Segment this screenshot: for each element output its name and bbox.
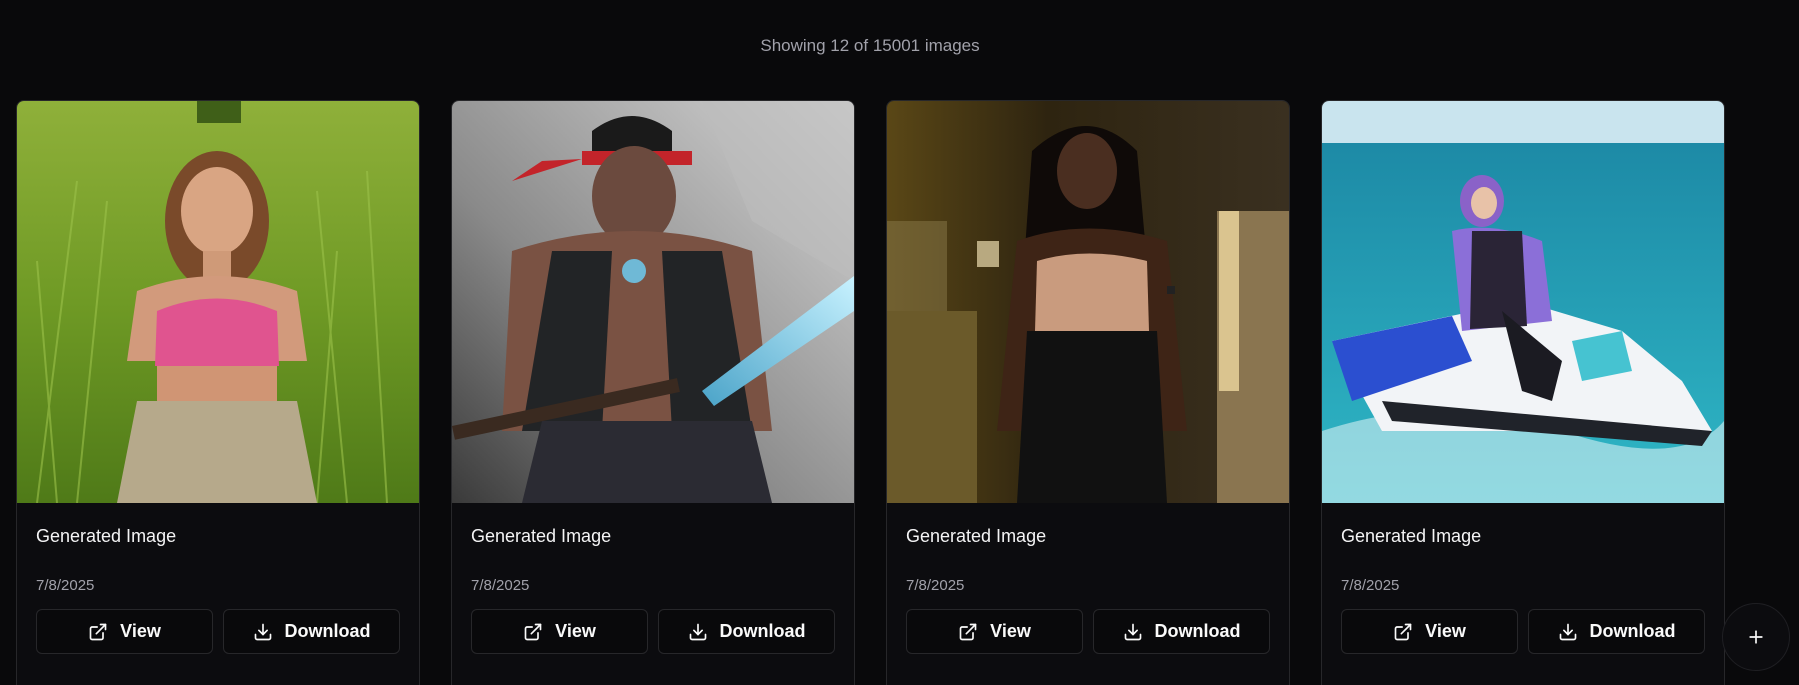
card-date: 7/8/2025 [471,577,530,594]
kitchen-portrait-image [887,101,1289,503]
card-title: Generated Image [471,526,612,546]
view-button[interactable]: View [471,609,648,654]
download-button[interactable]: Download [1528,609,1705,654]
download-icon [254,623,271,640]
image-card: Generated Image 7/8/2025 View Download [16,100,420,685]
download-label: Download [719,621,806,641]
external-link-icon [89,623,107,640]
add-button[interactable] [1722,603,1790,671]
card-date: 7/8/2025 [36,577,95,594]
card-title: Generated Image [1341,526,1482,546]
image-card: Generated Image 7/8/2025 View Download [1321,100,1725,685]
view-label: View [990,621,1031,641]
view-label: View [1425,621,1466,641]
warrior-illustration-image [452,101,854,503]
generated-image-thumbnail[interactable] [452,101,854,503]
card-title: Generated Image [906,526,1047,546]
generated-image-thumbnail[interactable] [887,101,1289,503]
download-label: Download [284,621,371,641]
generated-image-thumbnail[interactable] [1322,101,1724,503]
external-link-icon [1394,623,1412,640]
external-link-icon [524,623,542,640]
download-label: Download [1154,621,1241,641]
download-button[interactable]: Download [1093,609,1270,654]
view-button[interactable]: View [1341,609,1518,654]
rice-field-portrait-image [17,101,419,503]
external-link-icon [959,623,977,640]
view-button[interactable]: View [36,609,213,654]
generated-image-thumbnail[interactable] [17,101,419,503]
image-card: Generated Image 7/8/2025 View Download [886,100,1290,685]
download-icon [1124,623,1141,640]
download-button[interactable]: Download [223,609,400,654]
view-button[interactable]: View [906,609,1083,654]
gallery-page: Showing 12 of 15001 images Generated Ima… [0,0,1799,685]
download-icon [1559,623,1576,640]
card-title: Generated Image [36,526,177,546]
download-icon [689,623,706,640]
download-button[interactable]: Download [658,609,835,654]
results-summary: Showing 12 of 15001 images [760,36,980,55]
image-card: Generated Image 7/8/2025 View Download [451,100,855,685]
view-label: View [555,621,596,641]
card-date: 7/8/2025 [1341,577,1400,594]
card-date: 7/8/2025 [906,577,965,594]
plus-icon [1749,630,1763,644]
download-label: Download [1589,621,1676,641]
jet-ski-image [1322,101,1724,503]
view-label: View [120,621,161,641]
